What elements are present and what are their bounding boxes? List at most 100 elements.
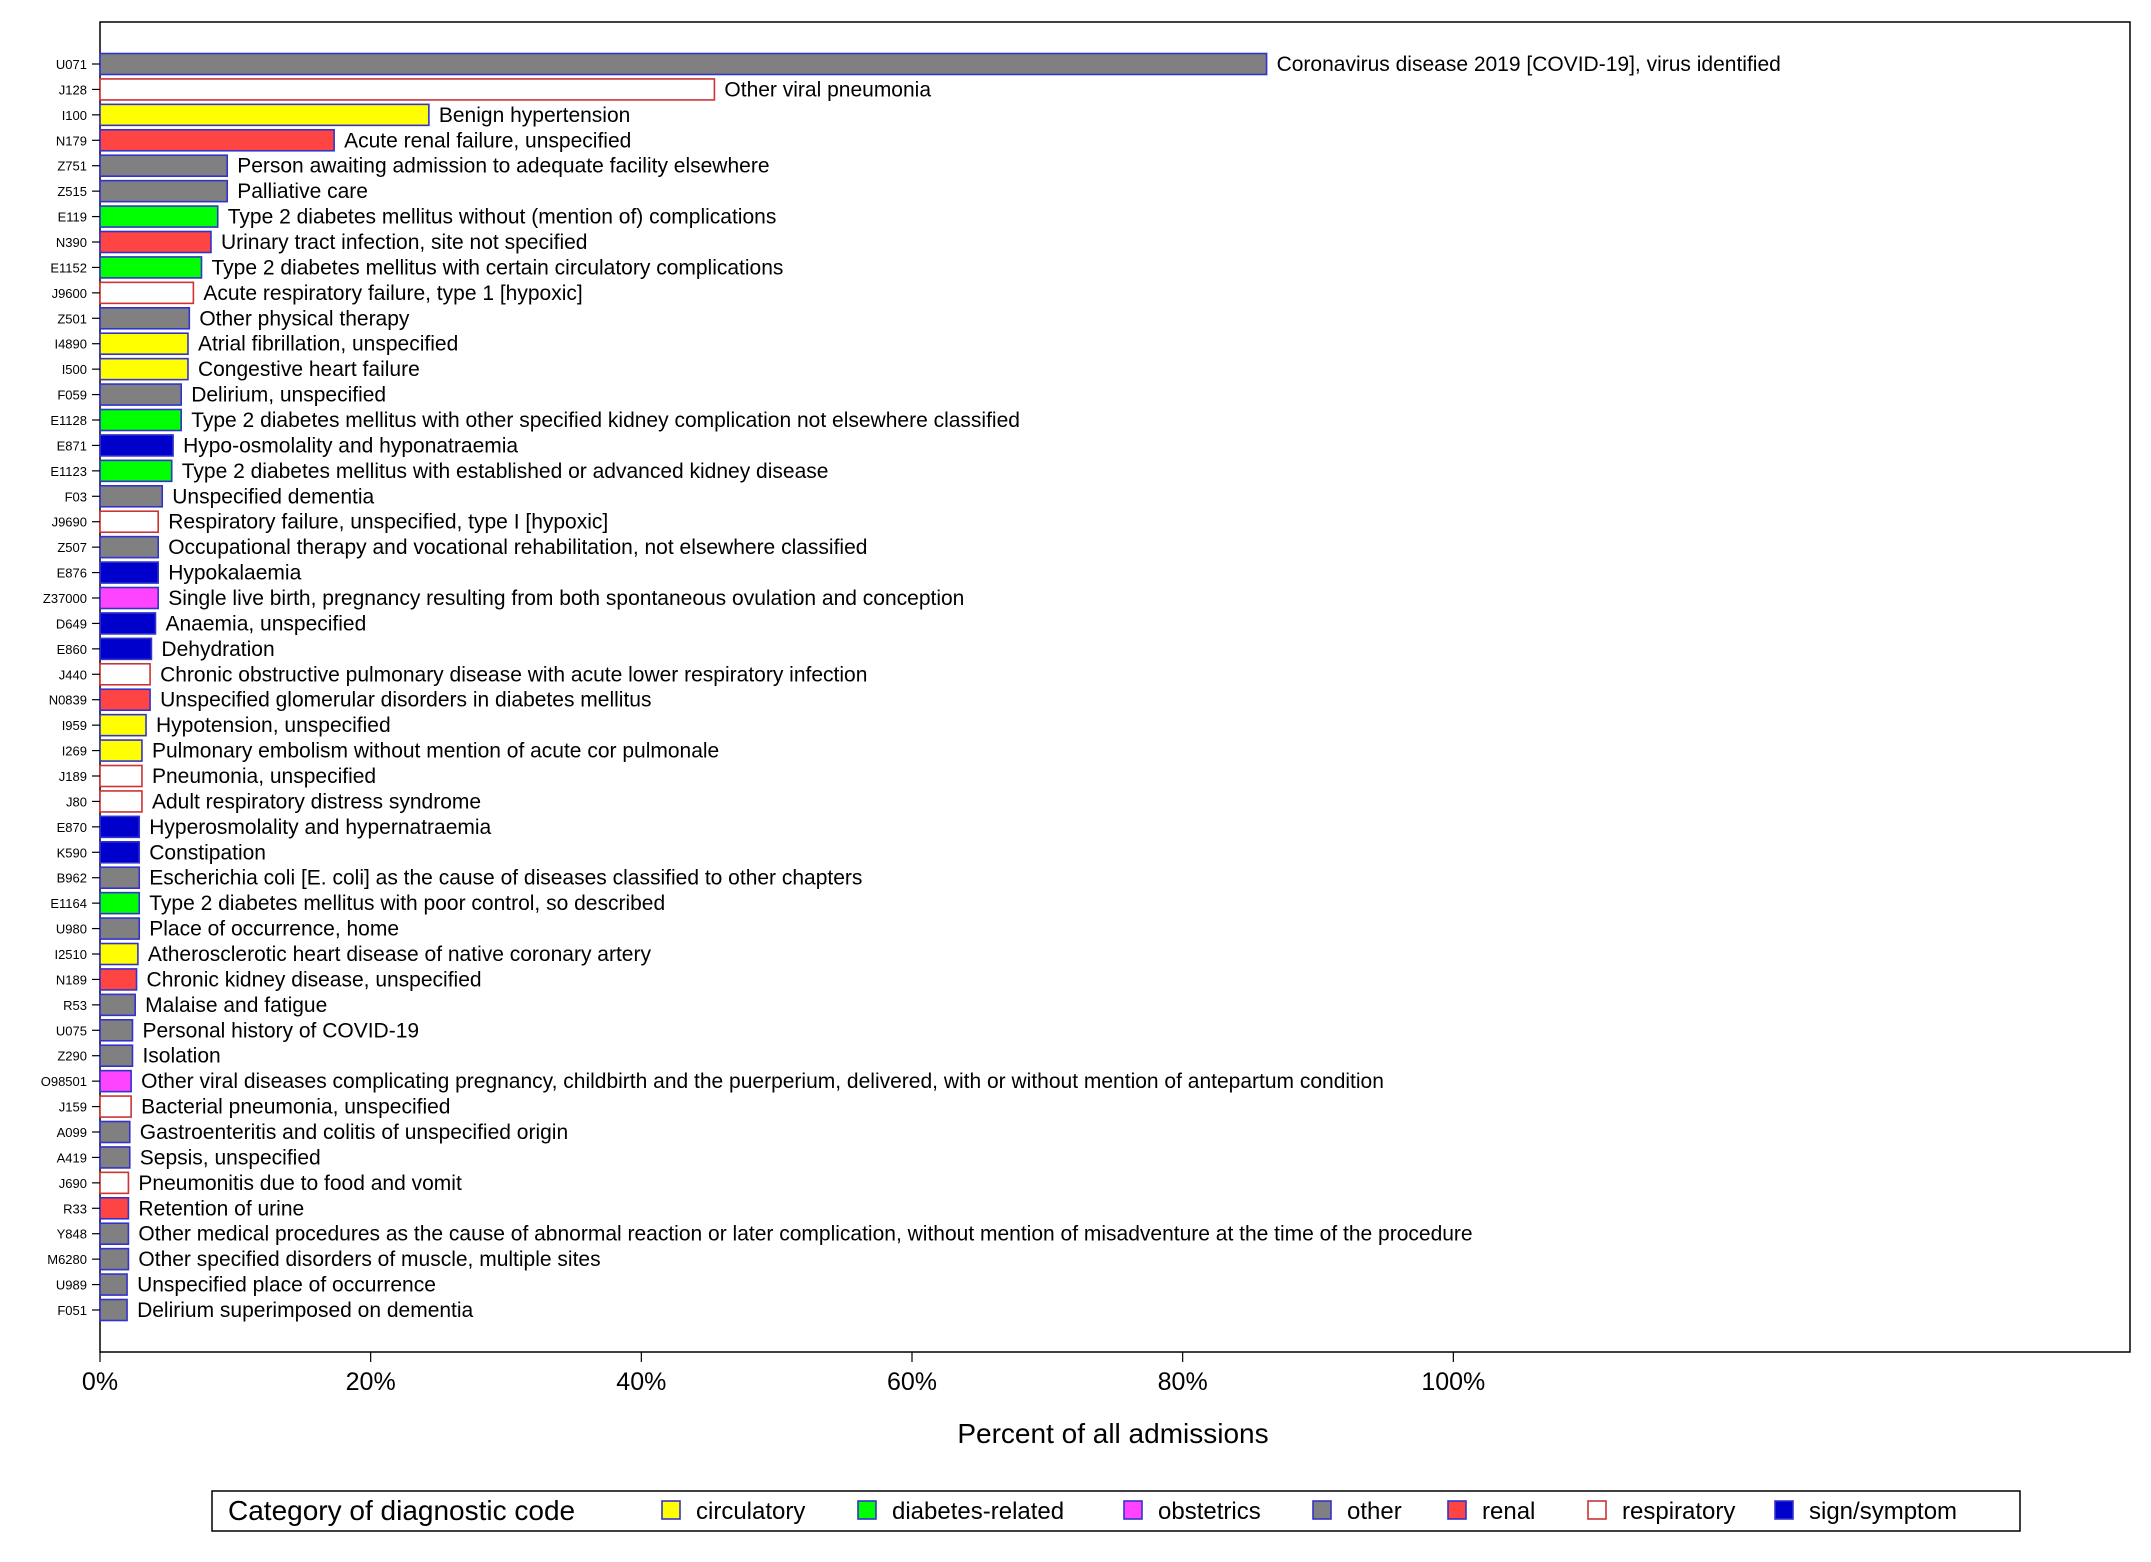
bar-label: Sepsis, unspecified [140, 1146, 321, 1169]
y-tick-label: J9690 [52, 515, 87, 530]
bar-r33 [99, 1196, 130, 1220]
bar-label: Pulmonary embolism without mention of ac… [152, 740, 719, 763]
bar-label: Place of occurrence, home [149, 918, 399, 941]
bar-label: Dehydration [161, 638, 274, 661]
bar-j159 [99, 1095, 132, 1118]
y-tick-label: E1152 [50, 260, 87, 275]
bar-j690 [99, 1171, 130, 1195]
bar-j9690 [99, 510, 159, 534]
x-tick-label: 0% [82, 1368, 118, 1396]
bar-z290 [99, 1044, 134, 1068]
legend-swatch-respiratory [1587, 1500, 1607, 1520]
x-axis: 0% 20% 40% 60% 80% 100% [82, 1352, 1485, 1396]
y-tick-label: U989 [56, 1278, 87, 1293]
legend-swatch-circulatory [661, 1500, 681, 1520]
y-tick-label: Z515 [57, 184, 87, 199]
y-tick-label: E1164 [50, 896, 87, 911]
bar-z37000 [99, 586, 159, 610]
bar-a099 [99, 1120, 131, 1144]
bar-j128 [99, 78, 716, 101]
bar-b962 [99, 866, 141, 890]
y-tick-label: J80 [66, 794, 87, 809]
x-axis-label: Percent of all admissions [957, 1418, 1268, 1449]
bar-label: Acute respiratory failure, type 1 [hypox… [203, 282, 582, 305]
bar-z751 [99, 154, 229, 178]
bar-i100 [99, 103, 430, 127]
y-tick-label: E876 [57, 566, 87, 581]
x-tick-label: 20% [346, 1368, 396, 1396]
bar-label: Hyperosmolality and hypernatraemia [149, 816, 491, 839]
bar-label: Occupational therapy and vocational reha… [168, 536, 867, 559]
bar-label: Urinary tract infection, site not specif… [221, 231, 588, 254]
y-tick-label: J189 [59, 769, 87, 784]
bar-label: Constipation [149, 841, 266, 864]
bar-label: Atherosclerotic heart disease of native … [148, 943, 652, 966]
y-tick-label: I269 [62, 744, 87, 759]
bar-label: Other specified disorders of muscle, mul… [138, 1248, 600, 1271]
bar-a419 [99, 1146, 131, 1169]
x-tick-label: 40% [616, 1368, 666, 1396]
legend-swatch-obstetrics [1123, 1500, 1143, 1520]
bar-f03 [99, 484, 164, 508]
legend-label: respiratory [1622, 1498, 1735, 1525]
y-tick-label: R53 [63, 998, 87, 1013]
y-tick-label: R33 [63, 1201, 87, 1216]
bar-label: Type 2 diabetes mellitus with establishe… [182, 460, 829, 483]
y-tick-label: N179 [56, 133, 87, 148]
bar-z515 [99, 179, 229, 203]
bar-e1164 [99, 891, 141, 915]
bar-label: Retention of urine [138, 1197, 304, 1220]
bar-e860 [99, 637, 153, 661]
bar-label: Adult respiratory distress syndrome [152, 790, 481, 813]
y-tick-label: E119 [58, 210, 87, 225]
bar-i959 [99, 713, 147, 737]
bar-label: Unspecified glomerular disorders in diab… [160, 689, 651, 712]
y-tick-label: Z37000 [43, 591, 87, 606]
bar-label: Other viral diseases complicating pregna… [141, 1070, 1384, 1093]
y-tick-label: M6280 [47, 1252, 87, 1267]
y-tick-label: Z507 [57, 540, 87, 555]
bar-u980 [99, 917, 141, 940]
legend-label: obstetrics [1158, 1498, 1261, 1525]
bar-z507 [99, 535, 159, 559]
y-tick-label: U071 [56, 57, 87, 72]
y-tick-label: J440 [59, 667, 87, 682]
bar-z501 [99, 306, 191, 330]
bar-label: Other viral pneumonia [724, 78, 931, 101]
bar-label: Bacterial pneumonia, unspecified [141, 1096, 450, 1119]
y-tick-label: E871 [57, 438, 87, 453]
bar-r53 [99, 993, 136, 1017]
bar-label: Palliative care [237, 180, 368, 203]
legend-swatch-other [1312, 1500, 1332, 1520]
bar-label: Personal history of COVID-19 [142, 1019, 419, 1042]
y-tick-label: E870 [57, 820, 87, 835]
legend: Category of diagnostic code circulatory d… [211, 1490, 2021, 1532]
bar-label: Single live birth, pregnancy resulting f… [168, 587, 964, 610]
bar-label: Congestive heart failure [198, 358, 420, 381]
bar-label: Benign hypertension [439, 104, 630, 127]
legend-swatch-renal [1447, 1500, 1467, 1520]
bar-i4890 [99, 332, 189, 356]
y-tick-label: J128 [59, 82, 87, 97]
bar-label: Other physical therapy [199, 307, 410, 330]
y-tick-label: U980 [56, 922, 87, 937]
bar-j189 [99, 764, 143, 788]
bar-label: Person awaiting admission to adequate fa… [237, 155, 769, 178]
y-tick-label: U075 [56, 1023, 87, 1038]
bar-label: Type 2 diabetes mellitus with certain ci… [212, 256, 784, 279]
y-tick-label: E1128 [50, 413, 87, 428]
x-tick-label: 60% [887, 1368, 937, 1396]
legend-label: other [1347, 1498, 1402, 1525]
bar-i2510 [99, 942, 139, 966]
y-tick-label: J159 [59, 1100, 87, 1115]
bar-e871 [99, 434, 174, 457]
x-tick-label: 80% [1158, 1368, 1208, 1396]
bar-f051 [99, 1298, 128, 1322]
y-tick-label: Z501 [57, 311, 87, 326]
bar-label: Chronic kidney disease, unspecified [147, 968, 482, 991]
bar-n0839 [99, 688, 151, 712]
bar-e870 [99, 815, 141, 839]
bar-label: Acute renal failure, unspecified [344, 129, 631, 152]
bar-label: Delirium, unspecified [191, 384, 386, 407]
x-tick-label: 100% [1421, 1368, 1485, 1396]
